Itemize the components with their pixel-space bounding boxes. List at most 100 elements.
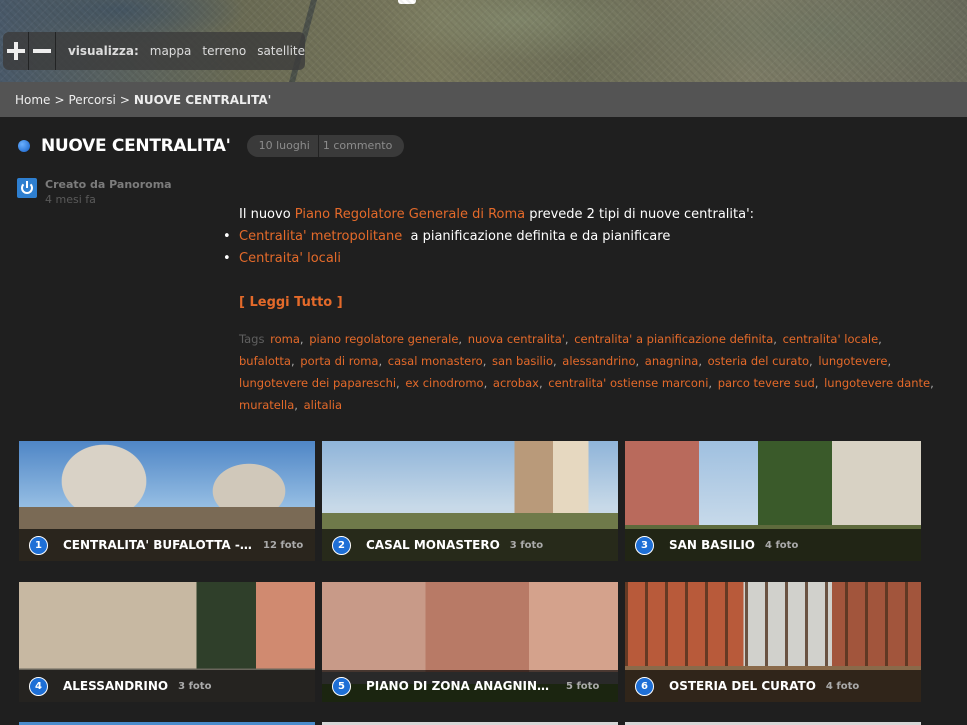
place-caption: 3 SAN BASILIO 4 foto	[625, 529, 921, 561]
tag-separator: ,	[930, 376, 934, 390]
tag-link[interactable]: bufalotta	[239, 354, 291, 368]
photo-count: 4 foto	[765, 539, 799, 551]
tag-separator: ,	[299, 332, 304, 346]
place-caption: 2 CASAL MONASTERO 3 foto	[322, 529, 618, 561]
stats-pill: 10 luoghi 1 commento	[246, 135, 405, 157]
comments-count[interactable]: 1 commento	[317, 135, 405, 157]
description: Il nuovo Piano Regolatore Generale di Ro…	[223, 204, 939, 314]
tag-separator: ,	[773, 332, 777, 346]
place-title[interactable]: PIANO DI ZONA ANAGNINA 2	[366, 679, 556, 693]
tag-link[interactable]: lungotevere dei papareschi	[239, 376, 396, 390]
tag-link[interactable]: alessandrino	[562, 354, 635, 368]
place-title[interactable]: OSTERIA DEL CURATO	[669, 679, 816, 693]
place-number-badge: 5	[332, 676, 351, 696]
place-card[interactable]: 2 CASAL MONASTERO 3 foto	[322, 441, 618, 561]
description-list: Centralita' metropolitane a pianificazio…	[221, 226, 939, 270]
tag-link[interactable]: parco tevere sud	[718, 376, 815, 390]
tag-separator: ,	[809, 354, 813, 368]
tag-link[interactable]: centralita' a pianificazione definita	[574, 332, 773, 346]
breadcrumb: Home > Percorsi > NUOVE CENTRALITA'	[0, 82, 967, 117]
tag-link[interactable]: osteria del curato	[708, 354, 809, 368]
place-title[interactable]: SAN BASILIO	[669, 538, 755, 552]
place-caption: 1 CENTRALITA' BUFALOTTA - POR... 12 foto	[19, 529, 315, 561]
tag-separator: ,	[552, 354, 557, 368]
plus-icon	[6, 42, 25, 60]
tag-link[interactable]: anagnina	[645, 354, 699, 368]
bullet1-suffix: a pianificazione definita e da pianifica…	[402, 229, 671, 244]
author-info: Creato da Panoroma 4 mesi fa	[17, 178, 172, 206]
place-caption: 4 ALESSANDRINO 3 foto	[19, 670, 315, 702]
breadcrumb-separator: >	[119, 92, 130, 107]
power-icon[interactable]	[17, 178, 37, 198]
place-number-badge: 6	[635, 676, 654, 696]
intro-suffix: prevede 2 tipi di nuove centralita':	[525, 207, 755, 222]
page-title: NUOVE CENTRALITA'	[41, 136, 231, 156]
view-option-satellite[interactable]: satellite	[257, 44, 305, 58]
title-row: NUOVE CENTRALITA' 10 luoghi 1 commento	[18, 135, 405, 157]
tag-separator: ,	[483, 376, 488, 390]
list-item: Centralita' metropolitane a pianificazio…	[221, 226, 939, 248]
map-controls: visualizza: mappa terreno satellite	[3, 32, 305, 70]
zoom-in-button[interactable]	[3, 32, 30, 70]
read-more-link[interactable]: [ Leggi Tutto ]	[239, 292, 939, 314]
tag-separator: ,	[564, 332, 569, 346]
author-date: 4 mesi fa	[45, 193, 96, 206]
tag-separator: ,	[698, 354, 702, 368]
tag-link[interactable]: lungotevere dante	[824, 376, 930, 390]
author-name[interactable]: Creato da Panoroma	[45, 178, 172, 191]
photo-count: 3 foto	[509, 539, 544, 551]
tag-separator: ,	[814, 376, 819, 390]
tag-link[interactable]: muratella	[239, 398, 294, 412]
map-marker[interactable]: 10	[398, 0, 416, 4]
tag-link[interactable]: centralita' locale	[783, 332, 879, 346]
tag-separator: ,	[887, 354, 892, 368]
tag-separator: ,	[458, 332, 463, 346]
tag-link[interactable]: centralita' ostiense marconi	[548, 376, 708, 390]
place-card[interactable]: 1 CENTRALITA' BUFALOTTA - POR... 12 foto	[19, 441, 315, 561]
photo-count: 3 foto	[178, 680, 212, 692]
places-count[interactable]: 10 luoghi	[247, 135, 318, 157]
tag-link[interactable]: ex cinodromo	[405, 376, 483, 390]
place-number-badge: 4	[29, 676, 48, 696]
tag-separator: ,	[635, 354, 640, 368]
tag-link[interactable]: piano regolatore generale	[309, 332, 458, 346]
place-caption: 5 PIANO DI ZONA ANAGNINA 2 5 foto	[322, 670, 618, 702]
view-option-mappa[interactable]: mappa	[150, 44, 192, 58]
place-title[interactable]: CASAL MONASTERO	[366, 538, 500, 552]
tag-link[interactable]: nuova centralita'	[468, 332, 565, 346]
place-caption: 6 OSTERIA DEL CURATO 4 foto	[625, 670, 921, 702]
photo-count: 5 foto	[566, 680, 600, 692]
tag-separator: ,	[396, 376, 400, 390]
tag-separator: ,	[482, 354, 487, 368]
place-card[interactable]: 4 ALESSANDRINO 3 foto	[19, 582, 315, 702]
tag-link[interactable]: acrobax	[493, 376, 539, 390]
description-intro: Il nuovo Piano Regolatore Generale di Ro…	[239, 204, 939, 226]
place-title[interactable]: ALESSANDRINO	[63, 679, 168, 693]
view-label: visualizza:	[67, 44, 139, 58]
breadcrumb-percorsi[interactable]: Percorsi	[69, 93, 116, 107]
place-card[interactable]: 3 SAN BASILIO 4 foto	[625, 441, 921, 561]
tag-link[interactable]: porta di roma	[300, 354, 378, 368]
tag-link[interactable]: casal monastero	[388, 354, 483, 368]
photo-count: 12 foto	[263, 539, 304, 551]
tag-link[interactable]: san basilio	[492, 354, 553, 368]
place-number-badge: 2	[332, 535, 351, 555]
link-centralita-metropolitane[interactable]: Centralita' metropolitane	[239, 229, 402, 244]
place-card[interactable]: 6 OSTERIA DEL CURATO 4 foto	[625, 582, 921, 702]
tag-separator: ,	[294, 398, 298, 412]
link-piano-regolatore[interactable]: Piano Regolatore Generale di Roma	[295, 207, 525, 222]
tag-link[interactable]: lungotevere	[818, 354, 887, 368]
breadcrumb-current: NUOVE CENTRALITA'	[133, 92, 272, 107]
tag-link[interactable]: roma	[270, 332, 300, 346]
tag-link[interactable]: alitalia	[304, 398, 342, 412]
bullet-dot-icon	[18, 140, 30, 152]
tags: Tags roma, piano regolatore generale, nu…	[239, 328, 939, 416]
place-number-badge: 3	[635, 535, 654, 555]
place-card[interactable]: 5 PIANO DI ZONA ANAGNINA 2 5 foto	[322, 582, 618, 702]
place-number-badge: 1	[29, 535, 48, 555]
breadcrumb-home[interactable]: Home	[15, 93, 50, 107]
place-title[interactable]: CENTRALITA' BUFALOTTA - POR...	[63, 538, 253, 552]
zoom-out-button[interactable]	[29, 32, 56, 70]
view-option-terreno[interactable]: terreno	[202, 44, 246, 58]
link-centraita-locali[interactable]: Centraita' locali	[239, 251, 341, 266]
